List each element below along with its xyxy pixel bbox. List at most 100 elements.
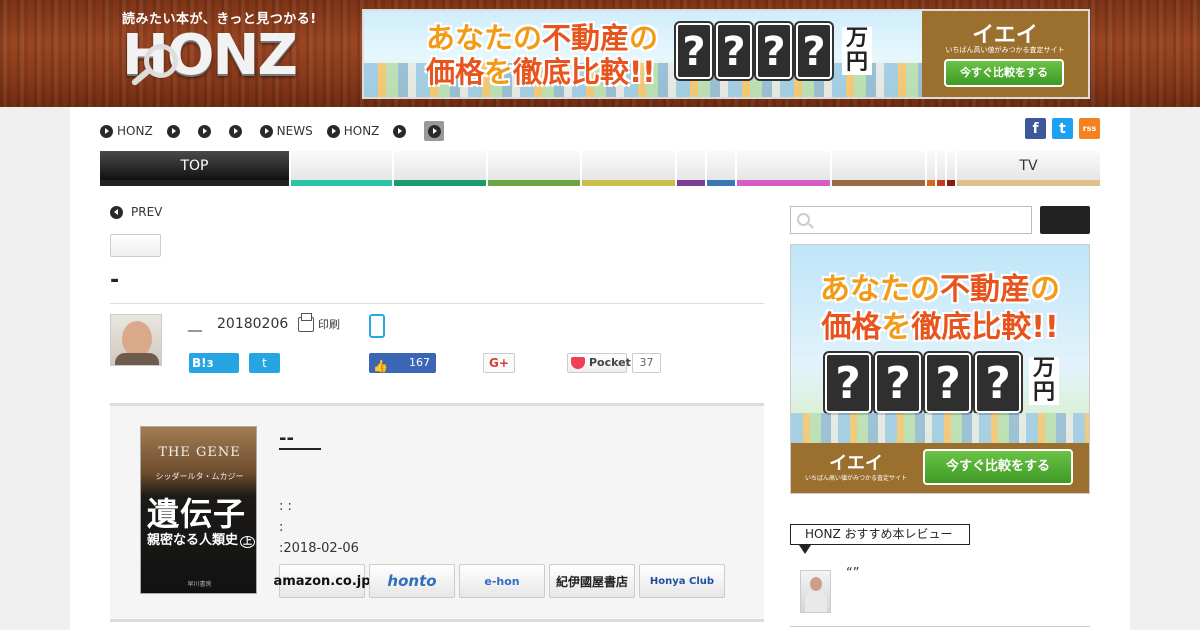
cover-subtitle: 親密なる人類史上 bbox=[147, 529, 256, 548]
ad-text-part: 不動産 bbox=[940, 272, 1030, 307]
cover-english-title: THE GENE bbox=[158, 445, 241, 460]
recommend-text[interactable]: “” bbox=[846, 566, 859, 581]
rss-icon[interactable]: rss bbox=[1079, 118, 1100, 139]
site-logo[interactable]: 読みたい本が、きっと見つかる! HONZ bbox=[122, 8, 316, 100]
topnav-label: HONZ bbox=[117, 124, 153, 138]
tab-tv[interactable]: TV bbox=[957, 151, 1100, 186]
topnav-label: NEWS bbox=[276, 124, 313, 138]
sidebar-ad-unit: 万円 bbox=[1029, 357, 1059, 405]
print-button[interactable]: 印刷 bbox=[298, 312, 340, 332]
book-meta-author: : : bbox=[279, 499, 292, 514]
category-bar: TOP TV bbox=[100, 151, 1100, 186]
topnav-item-news[interactable]: NEWS bbox=[259, 124, 313, 138]
header-banner-ad[interactable]: あなたの不動産の 価格を徹底比較!! ? ? ? ? 万円 イエイ いちばん高い… bbox=[362, 9, 1090, 99]
ad-text-part: あなたの bbox=[820, 272, 940, 307]
google-plus-button[interactable]: G+ bbox=[483, 353, 515, 373]
thumbs-up-icon: 👍 bbox=[373, 359, 388, 373]
topnav-active-marker bbox=[424, 121, 445, 141]
topnav-item[interactable] bbox=[393, 124, 410, 138]
prev-link[interactable]: PREV bbox=[110, 205, 162, 219]
sidebar-ad[interactable]: あなたの不動産の 価格を徹底比較!! ? ? ? ? 万円 イエイ いちばん高い… bbox=[790, 244, 1090, 494]
cover-author: シッダールタ・ムカジー bbox=[155, 472, 244, 481]
arrow-right-icon bbox=[100, 124, 113, 138]
tab-category[interactable] bbox=[488, 151, 580, 186]
topnav-item-honz[interactable]: HONZ bbox=[326, 124, 379, 138]
hatena-label: B! bbox=[192, 356, 207, 370]
ehon-button[interactable]: e-hon bbox=[459, 564, 545, 598]
article-title: - bbox=[110, 268, 120, 293]
sidebar-ad-cta-button[interactable]: 今すぐ比較をする bbox=[923, 449, 1073, 485]
search-input[interactable] bbox=[790, 206, 1032, 234]
book-cover[interactable]: THE GENE シッダールタ・ムカジー 遺伝子 親密なる人類史上 早川書房 bbox=[140, 426, 257, 594]
banner-cta-button[interactable]: 今すぐ比較をする bbox=[944, 59, 1064, 87]
recommend-heading: HONZ おすすめ本レビュー bbox=[790, 524, 970, 554]
tab-category[interactable] bbox=[937, 151, 945, 186]
ad-text-part: の bbox=[1030, 272, 1060, 307]
tab-category[interactable] bbox=[291, 151, 392, 186]
arrow-right-icon bbox=[197, 124, 211, 138]
site-header: 読みたい本が、きっと見つかる! HONZ あなたの不動産の 価格を徹底比較!! … bbox=[0, 0, 1200, 107]
tab-category[interactable] bbox=[832, 151, 925, 186]
sidebar-ad-question-box: ? bbox=[925, 353, 971, 413]
banner-text-part: 価格 bbox=[426, 55, 485, 89]
pocket-button[interactable]: Pocket bbox=[567, 353, 631, 373]
cover-publisher: 早川書房 bbox=[187, 581, 212, 588]
banner-question-box: ? bbox=[676, 23, 712, 79]
sidebar-ad-brand-panel: イエイ いちばん高い値がみつかる査定サイト 今すぐ比較をする bbox=[791, 443, 1089, 493]
hatena-bookmark-button[interactable]: B!3 bbox=[189, 353, 239, 373]
topnav-item[interactable] bbox=[166, 124, 184, 138]
sidebar-ad-question-box: ? bbox=[875, 353, 921, 413]
twitter-icon[interactable]: t bbox=[1052, 118, 1073, 139]
bookstore-links: amazon.co.jp honto e-hon 紀伊國屋書店 Honya Cl… bbox=[273, 564, 725, 598]
arrow-right-icon bbox=[393, 124, 407, 138]
banner-brand-sub: いちばん高い値がみつかる査定サイト bbox=[945, 46, 1065, 54]
search-button[interactable] bbox=[1040, 206, 1090, 234]
tab-category[interactable] bbox=[394, 151, 486, 186]
hatena-count: 3 bbox=[206, 359, 214, 370]
topnav-item[interactable]: HONZ bbox=[100, 124, 153, 138]
printer-icon bbox=[298, 312, 314, 332]
banner-question-box: ? bbox=[716, 23, 752, 79]
topnav-item[interactable] bbox=[197, 124, 215, 138]
topnav-item-active[interactable] bbox=[424, 121, 445, 141]
mobile-icon[interactable] bbox=[369, 314, 385, 338]
arrow-right-icon bbox=[228, 124, 242, 138]
author-avatar[interactable] bbox=[110, 314, 162, 366]
amazon-button[interactable]: amazon.co.jp bbox=[273, 564, 371, 598]
tab-category[interactable] bbox=[737, 151, 830, 186]
banner-text-part: あなたの bbox=[426, 21, 543, 55]
avatar-face bbox=[122, 321, 152, 357]
tab-category[interactable] bbox=[677, 151, 705, 186]
author-name[interactable]: __ bbox=[188, 316, 202, 332]
top-navigation: HONZ NEWS HONZ bbox=[100, 121, 458, 141]
ad-text-part: 価格 bbox=[821, 310, 882, 345]
book-meta-release-date: :2018-02-06 bbox=[279, 541, 359, 556]
book-meta-publisher: : bbox=[279, 520, 284, 535]
topnav-item[interactable] bbox=[228, 124, 246, 138]
sidebar-ad-brand: イエイ bbox=[829, 453, 883, 474]
tab-category[interactable] bbox=[947, 151, 955, 186]
tab-top[interactable]: TOP bbox=[100, 151, 289, 186]
banner-text-part: の bbox=[629, 21, 659, 55]
tab-category[interactable] bbox=[707, 151, 735, 186]
tab-category[interactable] bbox=[927, 151, 935, 186]
cover-subtitle-text: 親密なる人類史 bbox=[147, 533, 239, 548]
honto-button[interactable]: honto bbox=[369, 564, 455, 598]
recommend-thumbnail[interactable] bbox=[800, 570, 831, 613]
facebook-like-button[interactable]: 👍 167 bbox=[369, 353, 436, 373]
sidebar-ad-brand-sub: いちばん高い値がみつかる査定サイト bbox=[804, 475, 907, 482]
book-title[interactable]: -- bbox=[279, 430, 321, 450]
honyaclub-button[interactable]: Honya Club bbox=[639, 564, 725, 598]
facebook-icon[interactable]: f bbox=[1025, 118, 1046, 139]
sidebar-ad-question-box: ? bbox=[825, 353, 871, 413]
tweet-button[interactable]: t bbox=[249, 353, 280, 373]
article-date: 20180206 bbox=[217, 316, 289, 332]
banner-text-part: 徹底比較!! bbox=[513, 55, 656, 89]
category-tag[interactable] bbox=[110, 234, 161, 257]
divider bbox=[110, 303, 764, 304]
kinokuniya-button[interactable]: 紀伊國屋書店 bbox=[549, 564, 635, 598]
banner-ad-brand-panel: イエイ いちばん高い値がみつかる査定サイト 今すぐ比較をする bbox=[922, 11, 1088, 97]
tab-category[interactable] bbox=[582, 151, 675, 186]
arrow-right-icon bbox=[259, 124, 273, 138]
arrow-right-icon bbox=[326, 124, 340, 138]
